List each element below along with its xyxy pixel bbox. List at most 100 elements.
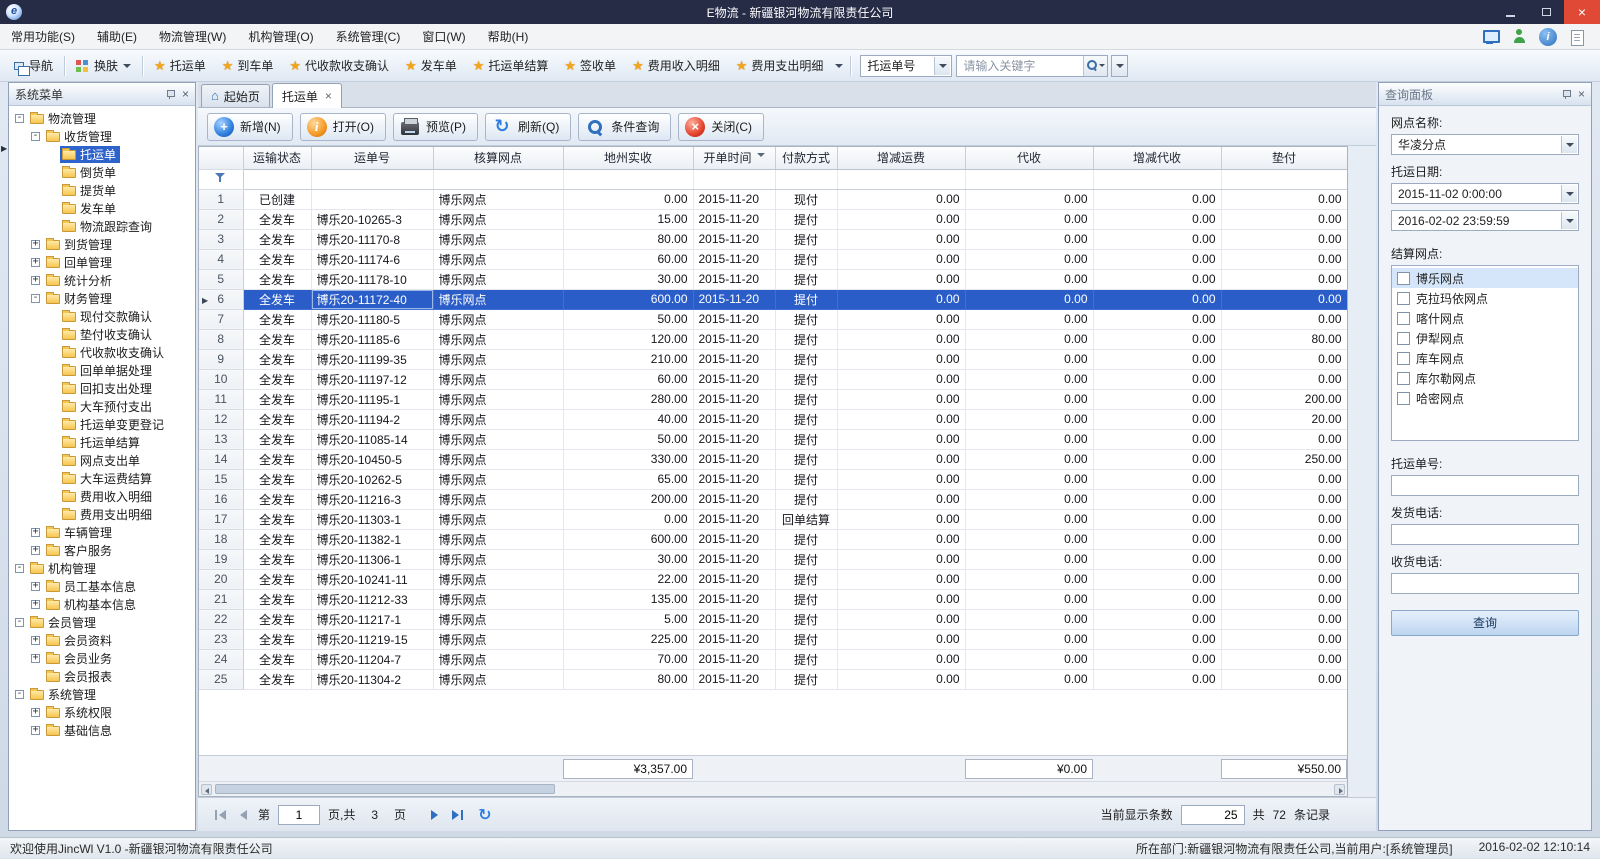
grid-cell[interactable]: 提付	[775, 449, 837, 469]
grid-row[interactable]: 21全发车博乐20-11212-33博乐网点135.002015-11-20提付…	[199, 589, 1347, 609]
grid-cell[interactable]: 80.00	[563, 229, 693, 249]
grid-cell[interactable]: 0.00	[1093, 469, 1221, 489]
grid-cell[interactable]: 0.00	[1093, 549, 1221, 569]
collapse-icon[interactable]: -	[15, 564, 24, 573]
grid-row[interactable]: 18全发车博乐20-11382-1博乐网点600.002015-11-20提付0…	[199, 529, 1347, 549]
grid-cell[interactable]: 全发车	[243, 429, 311, 449]
grid-cell[interactable]: 提付	[775, 329, 837, 349]
grid-cell[interactable]: 提付	[775, 529, 837, 549]
column-header[interactable]: 增减代收	[1093, 147, 1221, 169]
grid-cell[interactable]: 0.00	[1093, 569, 1221, 589]
grid-row[interactable]: 5全发车博乐20-11178-10博乐网点30.002015-11-20提付0.…	[199, 269, 1347, 289]
grid-cell[interactable]: 博乐网点	[433, 189, 563, 209]
grid-cell[interactable]: 全发车	[243, 589, 311, 609]
grid-cell[interactable]: 0.00	[965, 409, 1093, 429]
grid-cell[interactable]: 0.00	[1221, 549, 1347, 569]
filter-cell[interactable]	[311, 169, 433, 189]
tree-node[interactable]: 代收款收支确认	[60, 344, 168, 361]
grid-cell[interactable]: 600.00	[563, 529, 693, 549]
grid-cell[interactable]: 博乐20-11172-40	[311, 289, 433, 309]
grid-cell[interactable]: 博乐网点	[433, 629, 563, 649]
grid-cell[interactable]: 提付	[775, 229, 837, 249]
grid-cell[interactable]: 0.00	[965, 649, 1093, 669]
grid-cell[interactable]: 0.00	[965, 529, 1093, 549]
tree-item[interactable]: 费用收入明细	[9, 487, 195, 505]
grid-cell[interactable]: 全发车	[243, 629, 311, 649]
grid-cell[interactable]: 博乐网点	[433, 649, 563, 669]
tree-node[interactable]: 员工基本信息	[44, 578, 140, 595]
grid-row[interactable]: 22全发车博乐20-11217-1博乐网点5.002015-11-20提付0.0…	[199, 609, 1347, 629]
expand-icon[interactable]: +	[31, 276, 40, 285]
grid-cell[interactable]: 博乐网点	[433, 269, 563, 289]
grid-cell[interactable]: 80.00	[1221, 329, 1347, 349]
grid-cell[interactable]: 博乐网点	[433, 589, 563, 609]
grid-cell[interactable]: 50.00	[563, 309, 693, 329]
expand-icon[interactable]: +	[31, 240, 40, 249]
grid-cell[interactable]: 0.00	[1093, 389, 1221, 409]
grid-cell[interactable]: 0.00	[1221, 289, 1347, 309]
grid-cell[interactable]: 0.00	[837, 509, 965, 529]
tree-item[interactable]: +员工基本信息	[9, 577, 195, 595]
grid-cell[interactable]: 0.00	[1093, 189, 1221, 209]
tree-item[interactable]: +基础信息	[9, 721, 195, 739]
tree-node[interactable]: 系统管理	[28, 686, 100, 703]
grid-cell[interactable]: 0.00	[1221, 209, 1347, 229]
date-from-combo[interactable]: 2015-11-02 0:00:00	[1391, 183, 1579, 204]
checkbox-icon[interactable]	[1397, 312, 1410, 325]
row-number-cell[interactable]: 12	[199, 409, 243, 429]
row-number-cell[interactable]: 18	[199, 529, 243, 549]
grid-cell[interactable]: 博乐网点	[433, 349, 563, 369]
grid-cell[interactable]: 0.00	[965, 209, 1093, 229]
tree-item[interactable]: -收货管理	[9, 127, 195, 145]
grid-cell[interactable]: 0.00	[1093, 609, 1221, 629]
grid-cell[interactable]: 2015-11-20	[693, 229, 775, 249]
menu-item[interactable]: 机构管理(O)	[237, 24, 324, 49]
grid-cell[interactable]: 0.00	[837, 449, 965, 469]
expand-icon[interactable]: +	[31, 528, 40, 537]
grid-cell[interactable]: 0.00	[965, 229, 1093, 249]
grid-cell[interactable]: 提付	[775, 609, 837, 629]
search-button[interactable]	[1083, 56, 1107, 76]
grid-cell[interactable]: 5.00	[563, 609, 693, 629]
grid-cell[interactable]: 0.00	[1221, 569, 1347, 589]
tree-node[interactable]: 大车运费结算	[60, 470, 156, 487]
scrollbar-thumb[interactable]	[215, 784, 555, 794]
grid-cell[interactable]: 0.00	[1221, 509, 1347, 529]
row-number-cell[interactable]: 13	[199, 429, 243, 449]
collapse-icon[interactable]: -	[15, 618, 24, 627]
grid-cell[interactable]: 博乐20-11204-7	[311, 649, 433, 669]
column-header[interactable]: 运输状态	[243, 147, 311, 169]
expand-icon[interactable]: +	[31, 654, 40, 663]
grid-row[interactable]: 16全发车博乐20-11216-3博乐网点200.002015-11-20提付0…	[199, 489, 1347, 509]
grid-cell[interactable]: 提付	[775, 629, 837, 649]
grid-cell[interactable]: 博乐20-11306-1	[311, 549, 433, 569]
filter-cell[interactable]	[1221, 169, 1347, 189]
grid-cell[interactable]: 2015-11-20	[693, 509, 775, 529]
tree-node[interactable]: 到货管理	[44, 236, 116, 253]
grid-cell[interactable]: 200.00	[1221, 389, 1347, 409]
grid-cell[interactable]: 0.00	[1093, 229, 1221, 249]
grid-row[interactable]: 1已创建博乐网点0.002015-11-20现付0.000.000.000.00	[199, 189, 1347, 209]
grid-cell[interactable]: 0.00	[1093, 509, 1221, 529]
chevron-down-icon[interactable]	[1561, 212, 1577, 229]
grid-row[interactable]: 8全发车博乐20-11185-6博乐网点120.002015-11-20提付0.…	[199, 329, 1347, 349]
grid-cell[interactable]: 135.00	[563, 589, 693, 609]
grid-cell[interactable]: 0.00	[1221, 309, 1347, 329]
grid-cell[interactable]: 回单结算	[775, 509, 837, 529]
grid-cell[interactable]: 60.00	[563, 249, 693, 269]
grid-cell[interactable]: 博乐网点	[433, 569, 563, 589]
grid-cell[interactable]: 0.00	[837, 549, 965, 569]
scroll-left-arrow-icon[interactable]	[201, 784, 212, 795]
grid-cell[interactable]: 0.00	[1093, 649, 1221, 669]
grid-cell[interactable]: 全发车	[243, 249, 311, 269]
grid-cell[interactable]: 0.00	[1093, 409, 1221, 429]
grid-cell[interactable]: 2015-11-20	[693, 189, 775, 209]
grid-cell[interactable]: 博乐网点	[433, 329, 563, 349]
grid-cell[interactable]: 0.00	[965, 609, 1093, 629]
tree-node[interactable]: 回单管理	[44, 254, 116, 271]
grid-cell[interactable]: 博乐网点	[433, 669, 563, 689]
grid-cell[interactable]: 博乐网点	[433, 489, 563, 509]
grid-cell[interactable]: 600.00	[563, 289, 693, 309]
grid-cell[interactable]: 0.00	[837, 289, 965, 309]
grid-cell[interactable]: 2015-11-20	[693, 289, 775, 309]
